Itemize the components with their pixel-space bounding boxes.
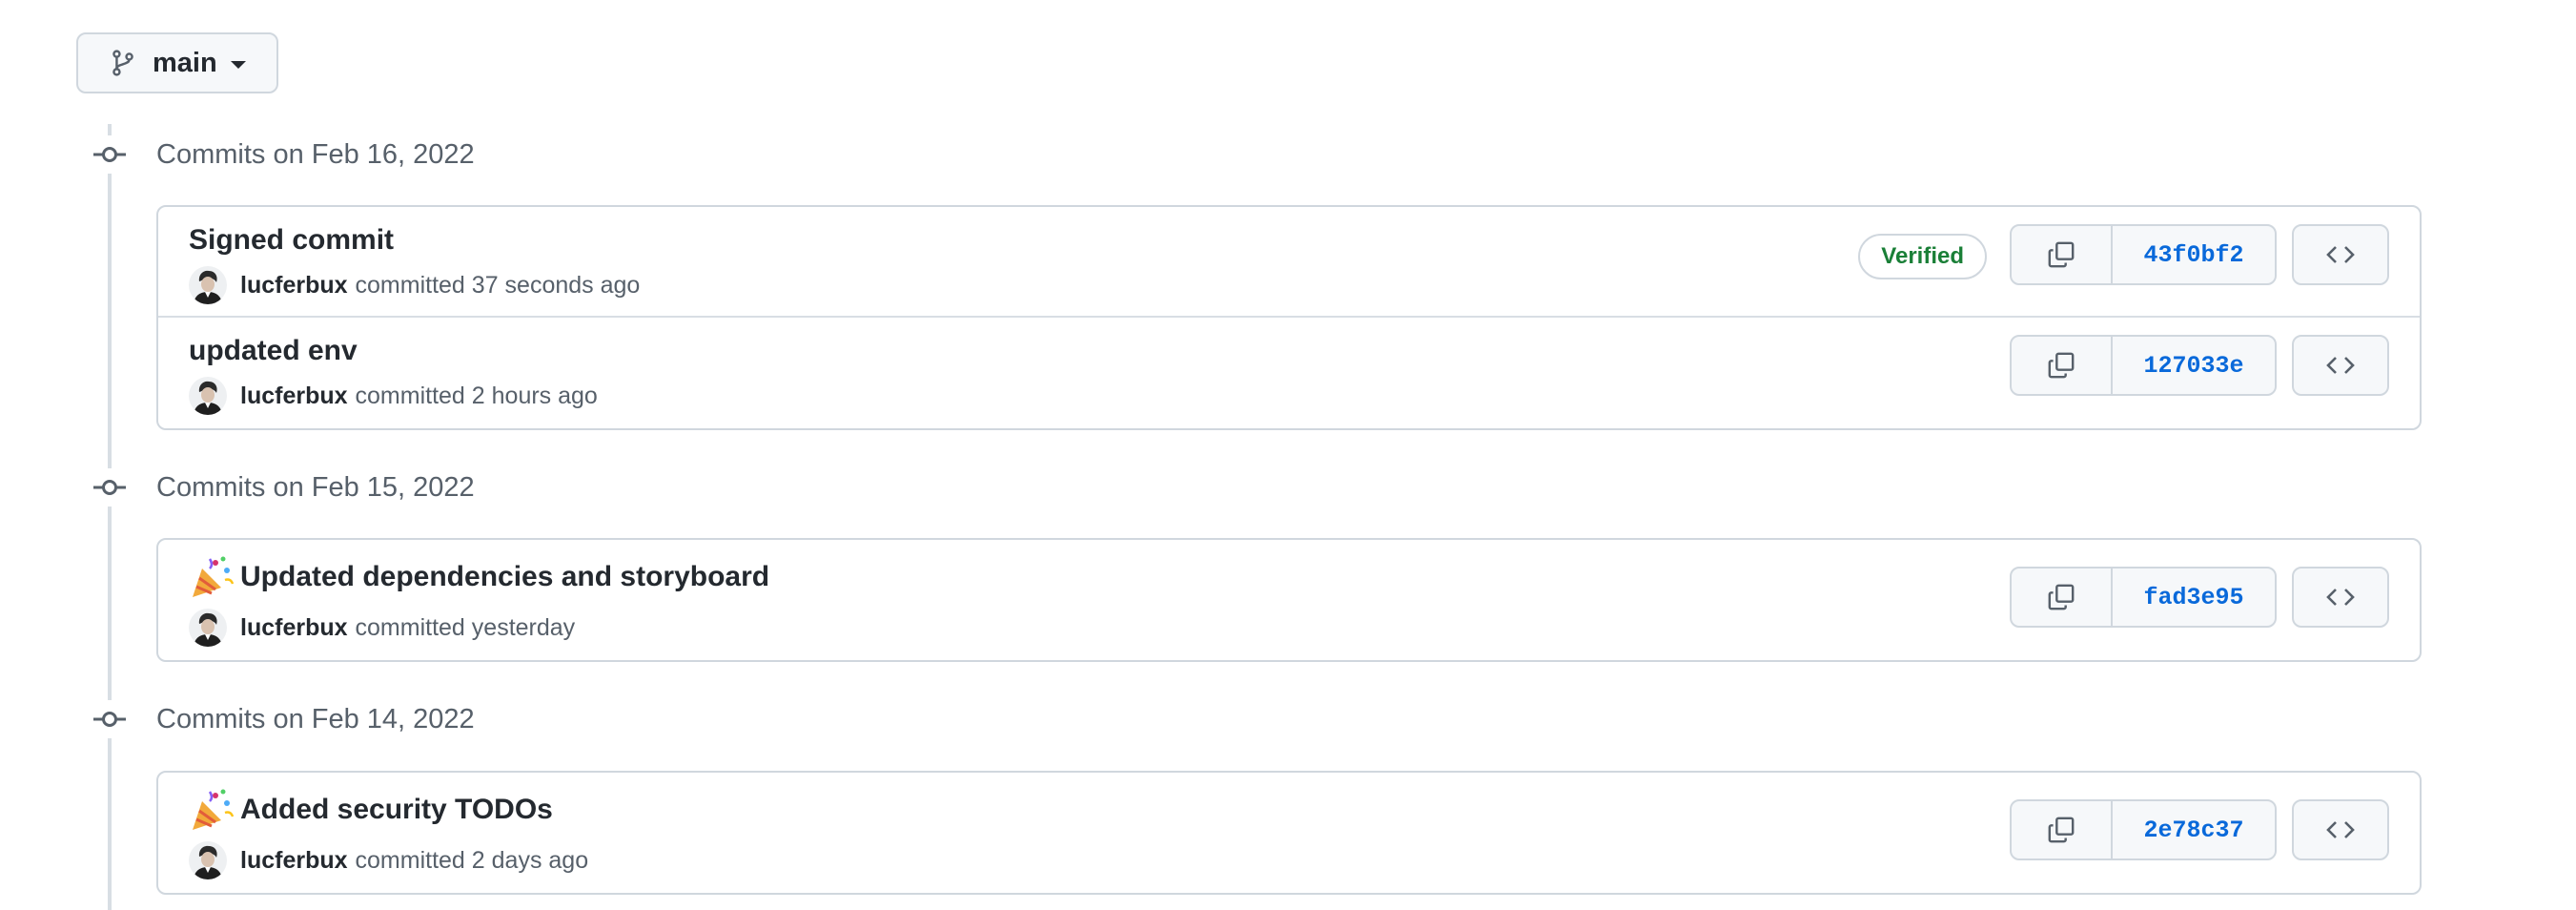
commit-title-link[interactable]: Updated dependencies and storyboard	[240, 561, 769, 593]
commit-group-title: Commits on Feb 14, 2022	[156, 703, 475, 734]
browse-repo-button[interactable]	[2292, 799, 2389, 860]
verified-badge[interactable]: Verified	[1858, 234, 1987, 279]
git-commit-icon	[88, 135, 132, 174]
author-link[interactable]: lucferbux	[240, 383, 348, 410]
commit-sha-link[interactable]: 43f0bf2	[2113, 226, 2275, 283]
copy-sha-button[interactable]	[2012, 569, 2113, 626]
browse-repo-button[interactable]	[2292, 224, 2389, 285]
commit-time: yesterday	[471, 613, 576, 641]
commit-action: committed	[355, 613, 465, 641]
commit-action: committed	[355, 846, 465, 874]
copy-sha-button[interactable]	[2012, 226, 2113, 283]
timeline-line	[108, 124, 112, 910]
commit-row: Updated dependencies and storyboard lucf…	[158, 540, 2420, 660]
avatar[interactable]	[189, 377, 227, 415]
commit-group-header: Commits on Feb 15, 2022	[88, 468, 475, 507]
commit-row: Signed commit lucferbux committed 37 sec…	[158, 207, 2420, 318]
commit-group-header: Commits on Feb 16, 2022	[88, 135, 475, 174]
code-icon	[2326, 589, 2355, 606]
commit-sha-group: 2e78c37	[2010, 799, 2277, 860]
commit-sha-link[interactable]: fad3e95	[2113, 569, 2275, 626]
author-link[interactable]: lucferbux	[240, 272, 348, 300]
commit-list: Signed commit lucferbux committed 37 sec…	[156, 205, 2422, 430]
party-popper-icon	[189, 555, 235, 599]
commit-time: 2 days ago	[471, 846, 589, 874]
commit-action: committed	[355, 382, 465, 409]
commit-list: Updated dependencies and storyboard lucf…	[156, 538, 2422, 662]
browse-repo-button[interactable]	[2292, 567, 2389, 628]
avatar[interactable]	[189, 841, 227, 879]
avatar[interactable]	[189, 609, 227, 647]
commit-row: Added security TODOs lucferbux committed…	[158, 773, 2420, 893]
commit-title-link[interactable]: updated env	[189, 335, 358, 367]
commit-time: 2 hours ago	[471, 382, 598, 409]
commit-sha-group: fad3e95	[2010, 567, 2277, 628]
author-link[interactable]: lucferbux	[240, 847, 348, 875]
commits-page: main Commits on Feb 16, 2022 Signed comm…	[0, 0, 2576, 910]
copy-icon	[2048, 241, 2075, 268]
branch-selector-button[interactable]: main	[76, 32, 278, 93]
browse-repo-button[interactable]	[2292, 335, 2389, 396]
commit-group-title: Commits on Feb 16, 2022	[156, 138, 475, 170]
commit-action: committed	[355, 271, 465, 299]
author-link[interactable]: lucferbux	[240, 614, 348, 642]
copy-icon	[2048, 352, 2075, 379]
commit-sha-group: 43f0bf2	[2010, 224, 2277, 285]
party-popper-icon	[189, 788, 235, 832]
copy-icon	[2048, 817, 2075, 843]
copy-icon	[2048, 584, 2075, 610]
commit-list: Added security TODOs lucferbux committed…	[156, 771, 2422, 895]
chevron-down-icon	[230, 61, 246, 69]
git-branch-icon	[109, 49, 137, 77]
code-icon	[2326, 357, 2355, 374]
commit-group-header: Commits on Feb 14, 2022	[88, 700, 475, 738]
copy-sha-button[interactable]	[2012, 801, 2113, 858]
git-commit-icon	[88, 700, 132, 738]
code-icon	[2326, 246, 2355, 263]
branch-name: main	[153, 47, 217, 78]
commit-sha-group: 127033e	[2010, 335, 2277, 396]
commit-group-title: Commits on Feb 15, 2022	[156, 471, 475, 503]
commit-sha-link[interactable]: 2e78c37	[2113, 801, 2275, 858]
commit-time: 37 seconds ago	[471, 271, 641, 299]
commit-title-link[interactable]: Signed commit	[189, 224, 394, 257]
copy-sha-button[interactable]	[2012, 337, 2113, 394]
commit-title-link[interactable]: Added security TODOs	[240, 794, 553, 826]
commit-sha-link[interactable]: 127033e	[2113, 337, 2275, 394]
avatar[interactable]	[189, 266, 227, 304]
git-commit-icon	[88, 468, 132, 507]
code-icon	[2326, 821, 2355, 838]
commit-row: updated env lucferbux committed 2 hours …	[158, 318, 2420, 428]
